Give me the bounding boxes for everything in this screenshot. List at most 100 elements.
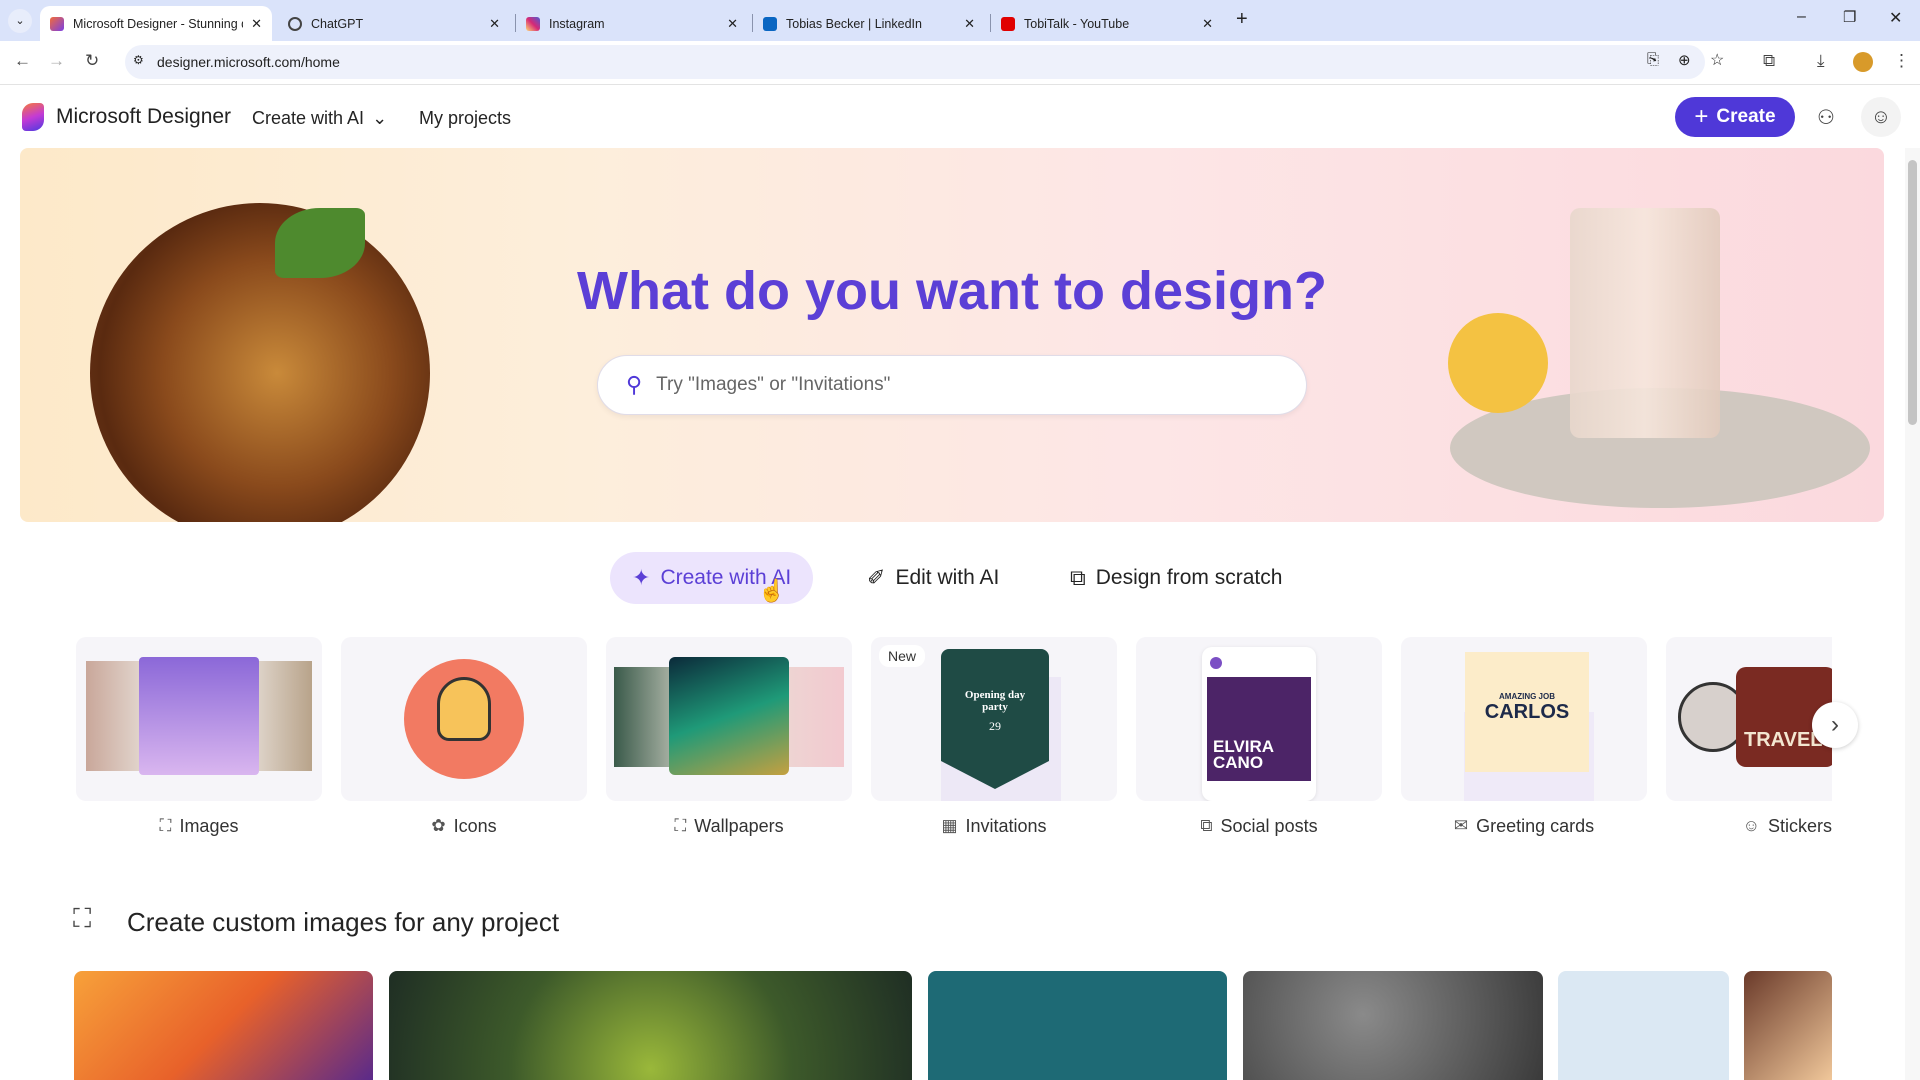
- image-thumbnail[interactable]: [389, 971, 912, 1080]
- category-card-icons[interactable]: [341, 637, 587, 801]
- linkedin-favicon: [763, 16, 777, 31]
- extensions-icon[interactable]: ⧉: [1763, 51, 1775, 71]
- honey-jar-image: [90, 203, 430, 522]
- category-card-images[interactable]: [76, 637, 322, 801]
- tab-chatgpt[interactable]: ChatGPT ✕: [278, 6, 510, 41]
- icons-icon: ✿: [431, 816, 446, 835]
- community-icon[interactable]: ⚇: [1806, 97, 1846, 137]
- lightbulb-icon: [437, 677, 491, 741]
- design-from-scratch-button[interactable]: ⧉ Design from scratch: [1048, 552, 1304, 604]
- bookmark-star-icon[interactable]: ☆: [1710, 50, 1724, 70]
- label: Invitations: [965, 815, 1047, 836]
- phone-mockup: ELVIRA CANO: [1202, 647, 1316, 801]
- avatar: [1210, 657, 1222, 669]
- mouse-cursor-icon: ☝: [758, 578, 786, 603]
- nav-my-projects[interactable]: My projects: [419, 108, 511, 129]
- greeting-top-text: AMAZING JOB: [1499, 692, 1555, 701]
- tab-label: ChatGPT: [311, 16, 364, 31]
- category-card-greeting-cards[interactable]: AMAZING JOB CARLOS: [1401, 637, 1647, 801]
- category-label-stickers[interactable]: ☺ Stickers: [1666, 814, 1832, 838]
- greeting-name: CARLOS: [1484, 701, 1570, 723]
- edit-with-ai-button[interactable]: ✐ Edit with AI: [845, 552, 1021, 604]
- category-label-social-posts[interactable]: ⧉ Social posts: [1136, 814, 1382, 838]
- label: Wallpapers: [694, 815, 784, 836]
- minimize-button[interactable]: –: [1797, 8, 1806, 26]
- install-app-icon[interactable]: ⎘: [1647, 51, 1659, 68]
- address-bar[interactable]: ⚙ designer.microsoft.com/home ⎘ ⊕ ☆: [125, 45, 1724, 79]
- image-thumbnail[interactable]: [1744, 971, 1832, 1080]
- scrollbar[interactable]: [1905, 148, 1920, 1080]
- designer-favicon: [50, 16, 64, 31]
- calendar-icon: ▦: [941, 816, 958, 835]
- tab-instagram[interactable]: Instagram ✕: [516, 6, 748, 41]
- ice-cream-image: [139, 657, 259, 775]
- label: Images: [179, 815, 239, 836]
- category-label-greeting-cards[interactable]: ✉ Greeting cards: [1401, 814, 1647, 838]
- search-input[interactable]: ⚲ Try "Images" or "Invitations": [597, 355, 1307, 415]
- new-tab-button[interactable]: +: [1236, 8, 1248, 31]
- brand-name[interactable]: Microsoft Designer: [56, 105, 231, 129]
- account-icon[interactable]: ☺: [1861, 97, 1901, 137]
- image-sparkle-icon: ⛶: [73, 903, 92, 933]
- site-settings-icon[interactable]: ⚙: [133, 53, 144, 67]
- restore-button[interactable]: ❐: [1843, 8, 1856, 26]
- greeting-card: AMAZING JOB CARLOS: [1465, 652, 1589, 772]
- category-label-invitations[interactable]: ▦ Invitations: [871, 814, 1117, 838]
- tab-microsoft-designer[interactable]: Microsoft Designer - Stunning d ✕: [40, 6, 272, 41]
- downloads-icon[interactable]: ⤓: [1817, 51, 1825, 71]
- menu-icon[interactable]: ⋮: [1893, 51, 1910, 71]
- profile-avatar[interactable]: [1853, 52, 1873, 72]
- image-thumbnail[interactable]: [928, 971, 1227, 1080]
- image-thumbnail[interactable]: [74, 971, 373, 1080]
- label: Stickers: [1767, 815, 1832, 836]
- close-tab-icon[interactable]: ✕: [251, 16, 262, 32]
- image-sparkle-icon: ⛶: [159, 816, 172, 835]
- create-button[interactable]: + Create: [1675, 97, 1795, 137]
- category-label-icons[interactable]: ✿ Icons: [341, 814, 587, 838]
- mode-label: Edit with AI: [895, 566, 1000, 589]
- image-thumbnail[interactable]: [1243, 971, 1543, 1080]
- close-tab-icon[interactable]: ✕: [727, 16, 738, 32]
- invitation-date: 29: [989, 719, 1001, 733]
- scrollbar-thumb[interactable]: [1908, 160, 1917, 425]
- reload-icon[interactable]: ↻: [85, 51, 99, 71]
- label: Icons: [453, 815, 497, 836]
- wallpaper-icon: ⛶: [674, 816, 687, 835]
- tab-linkedin[interactable]: Tobias Becker | LinkedIn ✕: [753, 6, 985, 41]
- zoom-icon[interactable]: ⊕: [1678, 51, 1691, 69]
- plus-icon: +: [1694, 103, 1709, 130]
- designer-logo: [22, 103, 44, 131]
- aurora-image: [669, 657, 789, 775]
- tab-label: Instagram: [549, 16, 605, 31]
- back-icon[interactable]: ←: [14, 51, 31, 71]
- hero-banner: What do you want to design? ⚲ Try "Image…: [20, 148, 1884, 522]
- image-thumbnail[interactable]: [1558, 971, 1729, 1080]
- close-window-button[interactable]: ✕: [1889, 8, 1902, 28]
- shapes-icon: ⧉: [1200, 816, 1213, 835]
- close-tab-icon[interactable]: ✕: [1202, 16, 1213, 32]
- tab-search-button[interactable]: ⌄: [8, 9, 32, 33]
- category-card-stickers[interactable]: TRAVEL: [1666, 637, 1832, 801]
- carousel-next-button[interactable]: ›: [1812, 702, 1858, 748]
- tab-label: Microsoft Designer - Stunning d: [73, 16, 244, 31]
- search-placeholder: Try "Images" or "Invitations": [656, 374, 891, 395]
- category-label-wallpapers[interactable]: ⛶ Wallpapers: [606, 814, 852, 838]
- search-icon: ⚲: [626, 372, 643, 397]
- category-label-images[interactable]: ⛶ Images: [76, 814, 322, 838]
- category-card-wallpapers[interactable]: [606, 637, 852, 801]
- nav-create-with-ai[interactable]: Create with AI ⌄: [252, 108, 387, 129]
- chatgpt-favicon: [288, 16, 302, 31]
- section-title: Create custom images for any project: [127, 907, 560, 937]
- tab-label: TobiTalk - YouTube: [1024, 16, 1130, 31]
- category-card-invitations[interactable]: Opening day party 29 New: [871, 637, 1117, 801]
- close-tab-icon[interactable]: ✕: [489, 16, 500, 32]
- forward-icon[interactable]: →: [48, 51, 65, 71]
- category-card-social-posts[interactable]: ELVIRA CANO: [1136, 637, 1382, 801]
- label: Greeting cards: [1476, 815, 1595, 836]
- nav-label: Create with AI: [252, 108, 365, 128]
- mail-icon: ✉: [1453, 816, 1469, 835]
- close-tab-icon[interactable]: ✕: [964, 16, 975, 32]
- tab-youtube[interactable]: TobiTalk - YouTube ✕: [991, 6, 1223, 41]
- tab-label: Tobias Becker | LinkedIn: [786, 16, 922, 31]
- magic-wand-icon: ✐: [867, 565, 886, 590]
